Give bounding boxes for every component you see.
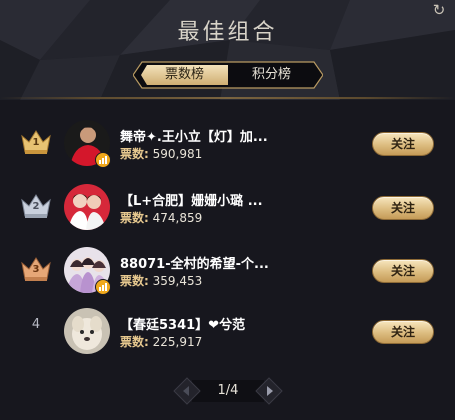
page-number: 1/4 [217,383,239,398]
votes-value: 590,981 [152,147,203,161]
avatar[interactable] [64,308,110,354]
follow-button[interactable]: 关注 [372,196,434,220]
gold-crown-icon: 1 [20,128,52,156]
streamer-name[interactable]: 【L+合肥】姗姗小璐 ... [120,190,360,209]
votes-value: 359,453 [152,274,203,288]
vote-count: 票数: 590,981 [120,145,202,162]
votes-value: 225,917 [152,335,203,349]
pagination: 1/4 [172,376,284,406]
silver-crown-icon: 2 [20,192,52,220]
rank-number: 4 [31,317,41,332]
bronze-crown-icon: 3 [20,255,52,283]
live-badge-icon [95,279,111,295]
list-item: 3 88071-全村的希望-个... 票数: 359,453 关注 [0,247,455,303]
streamer-name[interactable]: 舞帝✦.王小立【灯】加... [120,126,360,145]
follow-button[interactable]: 关注 [372,320,434,344]
ranking-tabs: 票数榜 积分榜 [133,61,323,89]
votes-label: 票数: [120,335,149,349]
vote-count: 票数: 225,917 [120,333,202,350]
page-title: 最佳组合 [177,20,278,45]
header-divider [0,97,455,99]
streamer-name[interactable]: 88071-全村的希望-个... [120,253,360,272]
live-badge-icon [95,152,111,168]
votes-label: 票数: [120,147,149,161]
streamer-name[interactable]: 【春廷5341】❤兮范 [120,314,360,333]
list-item: 1 舞帝✦.王小立【灯】加... 票数: 590,981 关注 [0,120,455,176]
list-item: 2 【L+合肥】姗姗小璐 ... 票数: 474,859 关注 [0,184,455,240]
rank-number: 2 [32,201,40,212]
vote-count: 票数: 474,859 [120,209,202,226]
avatar[interactable] [64,184,110,230]
votes-label: 票数: [120,211,149,225]
vote-count: 票数: 359,453 [120,272,202,289]
rank-number: 1 [32,137,40,148]
tab-points[interactable]: 积分榜 [228,64,315,86]
rank-number: 3 [32,264,40,275]
list-item: 4 【春廷5341】❤兮范 票数: 225,917 关注 [0,308,455,364]
votes-value: 474,859 [152,211,203,225]
follow-button[interactable]: 关注 [372,132,434,156]
follow-button[interactable]: 关注 [372,259,434,283]
tab-votes[interactable]: 票数榜 [141,64,228,86]
ranking-panel: 最佳组合 ↻ 票数榜 积分榜 1 舞帝✦.王小立【灯】加... 票数: 590,… [0,0,455,420]
refresh-icon[interactable]: ↻ [431,2,447,18]
votes-label: 票数: [120,274,149,288]
